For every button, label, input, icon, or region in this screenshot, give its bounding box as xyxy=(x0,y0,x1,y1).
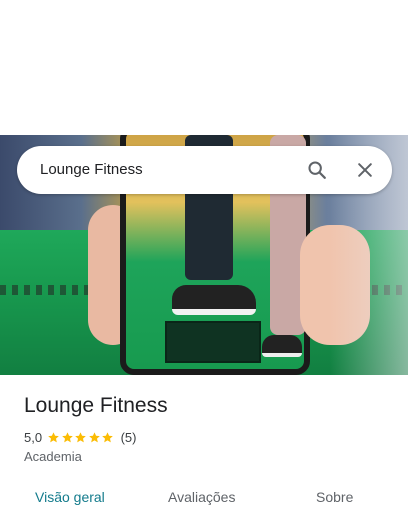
search-icon xyxy=(308,161,326,179)
tab-reviews[interactable]: Avaliações xyxy=(168,488,235,506)
review-count[interactable]: (5) xyxy=(121,430,137,445)
photo-shoe xyxy=(172,285,256,315)
star-icon xyxy=(75,431,86,442)
rating-stars xyxy=(47,431,115,444)
search-button[interactable] xyxy=(301,154,333,186)
close-button[interactable] xyxy=(349,154,381,186)
star-icon xyxy=(88,431,100,442)
close-icon xyxy=(358,163,372,177)
rating-row[interactable]: 5,0 (5) xyxy=(24,428,136,446)
place-category: Academia xyxy=(24,449,82,464)
star-icon xyxy=(48,431,59,442)
search-bar[interactable]: Lounge Fitness xyxy=(17,146,392,194)
search-input[interactable]: Lounge Fitness xyxy=(40,160,143,180)
tab-overview[interactable]: Visão geral xyxy=(35,488,105,506)
photo-step-box xyxy=(165,321,261,363)
photo-second-shoe xyxy=(262,335,302,357)
tab-about[interactable]: Sobre xyxy=(316,488,353,506)
star-icon xyxy=(61,431,73,442)
place-tabs: Visão geral Avaliações Sobre xyxy=(0,480,408,510)
top-blank-area xyxy=(0,0,408,135)
star-icon xyxy=(102,431,113,442)
place-title: Lounge Fitness xyxy=(24,394,168,417)
rating-value: 5,0 xyxy=(24,429,43,445)
